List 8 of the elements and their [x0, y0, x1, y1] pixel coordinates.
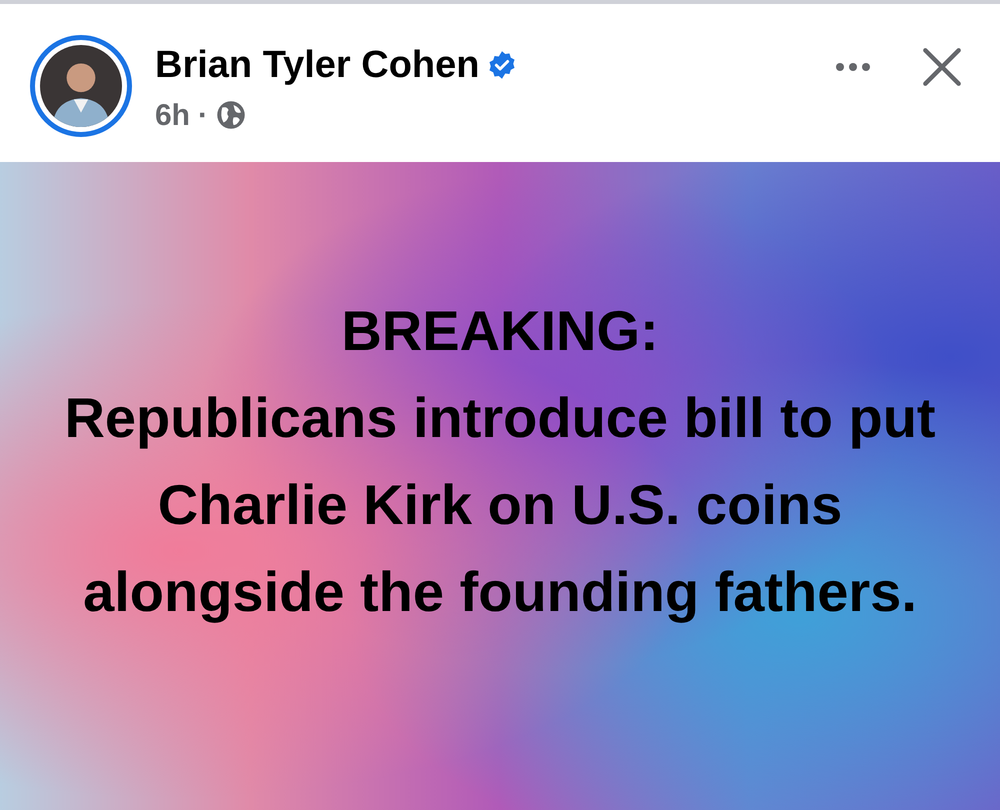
separator: · [198, 98, 208, 134]
globe-icon [216, 100, 246, 130]
post-time[interactable]: 6h [155, 92, 190, 138]
close-icon[interactable] [922, 47, 962, 87]
headline: BREAKING: [341, 298, 659, 364]
avatar[interactable] [30, 35, 132, 137]
post-text: Republicans introduce bill to put Charlie Kirk on U.S. coins alongside the founding fathers. [63, 385, 937, 625]
author-name[interactable]: Brian Tyler Cohen [155, 36, 480, 94]
